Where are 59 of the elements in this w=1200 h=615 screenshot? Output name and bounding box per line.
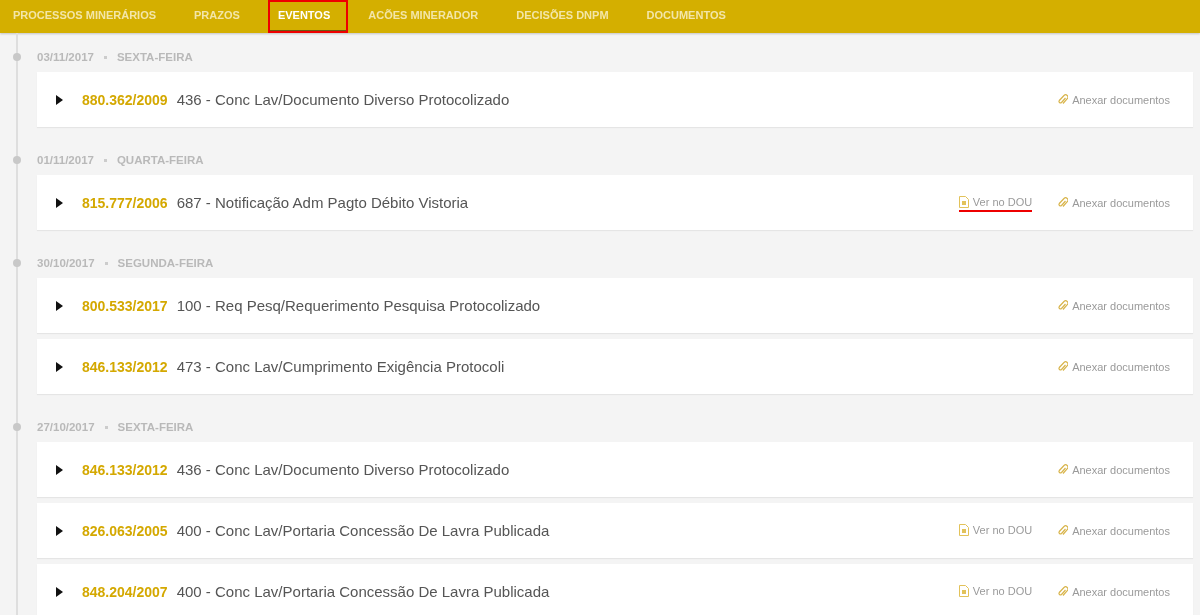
event-title: 687 - Notificação Adm Pagto Débito Vistoria — [176, 194, 470, 211]
weekday: SEXTA-FEIRA — [116, 51, 193, 63]
timeline-dot — [13, 53, 21, 61]
dou-link[interactable]: Ver no DOU — [958, 193, 1033, 212]
attach-link[interactable]: Anexar documentos — [1058, 196, 1170, 209]
event-date: 27/10/2017 — [37, 421, 95, 433]
paperclip-icon — [1058, 197, 1069, 208]
attach-link[interactable]: Anexar documentos — [1058, 299, 1170, 312]
event-date: 01/11/2017 — [37, 154, 94, 166]
nav-tab[interactable]: ACÕES MINERADOR — [358, 0, 497, 33]
weekday: QUARTA-FEIRA — [116, 154, 204, 166]
event-title: 400 - Conc Lav/Portaria Concessão De Lavra Publicada — [176, 522, 551, 539]
paperclip-icon — [1058, 300, 1069, 311]
nav-tab[interactable]: DECISÕES DNPM — [506, 0, 627, 33]
nav-tab[interactable]: DOCUMENTOS — [636, 0, 744, 33]
timeline-dot — [13, 423, 21, 431]
expand-caret-icon[interactable] — [56, 464, 63, 475]
timeline-dot — [13, 156, 21, 164]
event-date: 03/11/2017 — [37, 51, 94, 63]
timeline-dot — [13, 259, 21, 267]
event-title: 473 - Conc Lav/Cumprimento Exigência Protocoli — [176, 358, 506, 375]
nav-tab[interactable]: EVENTOS — [267, 0, 349, 33]
event-title: 436 - Conc Lav/Documento Diverso Protocolizado — [176, 91, 511, 108]
event-title: 100 - Req Pesq/Requerimento Pesquisa Protocolizado — [176, 297, 542, 314]
process-number[interactable]: 815.777/2006 — [82, 194, 168, 211]
expand-caret-icon[interactable] — [56, 300, 63, 311]
process-number[interactable]: 880.362/2009 — [82, 91, 168, 108]
paperclip-icon — [1058, 94, 1069, 105]
expand-caret-icon[interactable] — [56, 361, 63, 372]
dou-link[interactable]: Ver no DOU — [958, 582, 1033, 601]
attach-link[interactable]: Anexar documentos — [1058, 524, 1170, 537]
process-number[interactable]: 826.063/2005 — [82, 522, 168, 539]
process-number[interactable]: 846.133/2012 — [82, 358, 168, 375]
event-date: 30/10/2017 — [37, 257, 95, 269]
attach-link[interactable]: Anexar documentos — [1058, 360, 1170, 373]
process-number[interactable]: 846.133/2012 — [82, 461, 168, 478]
event-title: 436 - Conc Lav/Documento Diverso Protocolizado — [176, 461, 511, 478]
paperclip-icon — [1058, 525, 1069, 536]
process-number[interactable]: 848.204/2007 — [82, 583, 168, 600]
document-icon — [958, 585, 969, 597]
nav-tab[interactable]: PRAZOS — [184, 0, 258, 33]
document-icon — [958, 524, 969, 536]
weekday: SEXTA-FEIRA — [117, 421, 194, 433]
paperclip-icon — [1058, 361, 1069, 372]
document-icon — [958, 196, 969, 208]
attach-link[interactable]: Anexar documentos — [1058, 463, 1170, 476]
nav-tab[interactable]: PROCESSOS MINERÁRIOS — [3, 0, 175, 33]
process-number[interactable]: 800.533/2017 — [82, 297, 168, 314]
expand-caret-icon[interactable] — [56, 94, 63, 105]
weekday: SEGUNDA-FEIRA — [117, 257, 214, 269]
dou-link[interactable]: Ver no DOU — [958, 521, 1033, 540]
event-title: 400 - Conc Lav/Portaria Concessão De Lavra Publicada — [176, 583, 551, 600]
attach-link[interactable]: Anexar documentos — [1058, 93, 1170, 106]
attach-link[interactable]: Anexar documentos — [1058, 585, 1170, 598]
expand-caret-icon[interactable] — [56, 586, 63, 597]
paperclip-icon — [1058, 586, 1069, 597]
paperclip-icon — [1058, 464, 1069, 475]
expand-caret-icon[interactable] — [56, 197, 63, 208]
expand-caret-icon[interactable] — [56, 525, 63, 536]
